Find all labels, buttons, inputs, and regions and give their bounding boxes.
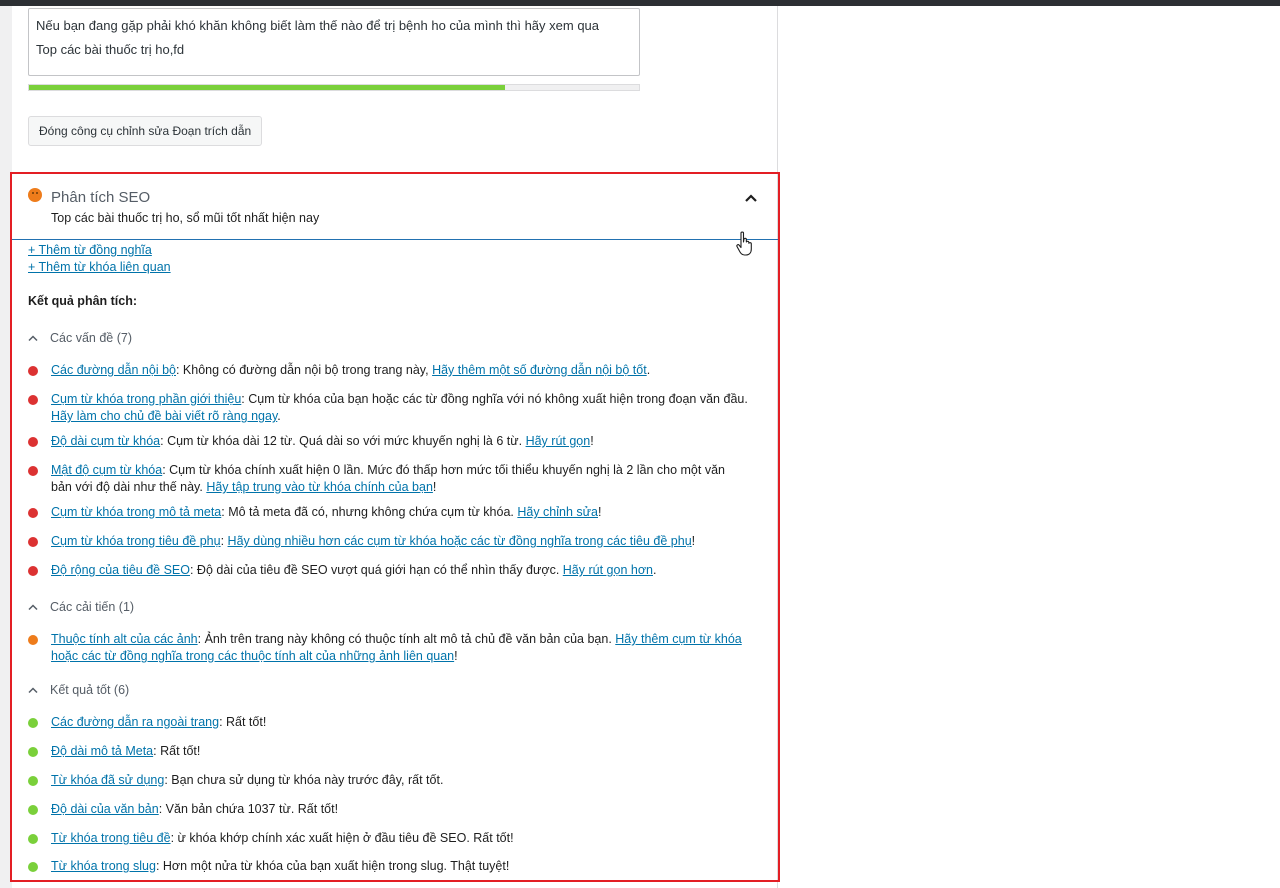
result-end-punctuation: . [652, 563, 657, 577]
problems-section-label: Các vấn đề (7) [50, 331, 132, 345]
result-check-link[interactable]: Thuộc tính alt của các ảnh [51, 632, 198, 646]
result-end-punctuation: ! [454, 649, 458, 663]
left-gutter [0, 6, 12, 888]
result-description: : Độ dài của tiêu đề SEO vượt quá giới h… [189, 563, 563, 577]
result-check-link[interactable]: Mật độ cụm từ khóa [51, 463, 162, 477]
green-status-bullet-icon [28, 718, 38, 728]
red-status-bullet-icon [28, 537, 38, 547]
result-text: Các đường dẫn ra ngoài trang: Rất tốt! [51, 714, 748, 731]
result-action-link[interactable]: Hãy làm cho chủ đề bài viết rõ ràng ngay [51, 409, 277, 423]
chevron-up-icon [28, 604, 38, 611]
result-check-link[interactable]: Độ dài của văn bản [51, 802, 159, 816]
result-description: : Ảnh trên trang này không có thuộc tính… [197, 632, 616, 646]
result-action-link[interactable]: Hãy rút gọn hơn [563, 563, 653, 577]
green-status-bullet-icon [28, 862, 38, 872]
result-check-link[interactable]: Độ dài cụm từ khóa [51, 434, 160, 448]
result-text: Độ dài mô tả Meta: Rất tốt! [51, 743, 748, 760]
result-action-link[interactable]: Hãy dùng nhiều hơn các cụm từ khóa hoặc … [228, 534, 692, 548]
seo-analysis-keyphrase: Top các bài thuốc trị ho, sổ mũi tốt nhấ… [51, 211, 320, 225]
result-text: Từ khóa trong tiêu đề: ừ khóa khớp chính… [51, 830, 748, 847]
result-description: : Rất tốt! [219, 715, 267, 729]
excerpt-line-2: Top các bài thuốc trị ho,fd [36, 42, 185, 57]
result-end-punctuation: . [646, 363, 651, 377]
result-end-punctuation: ! [691, 534, 696, 548]
result-description: : Bạn chưa sử dụng từ khóa này trước đây… [164, 773, 444, 787]
result-text: Từ khóa đã sử dụng: Bạn chưa sử dụng từ … [51, 772, 748, 789]
result-check-link[interactable]: Từ khóa trong tiêu đề [51, 831, 171, 845]
excerpt-textarea[interactable]: Nếu bạn đang gặp phải khó khăn không biế… [28, 8, 640, 76]
red-status-bullet-icon [28, 395, 38, 405]
chevron-up-icon [28, 335, 38, 342]
result-action-link[interactable]: Hãy tập trung vào từ khóa chính của bạn [206, 480, 433, 494]
result-description: : Cụm từ khóa của bạn hoặc các từ đồng n… [241, 392, 748, 406]
result-description: : Không có đường dẫn nội bộ trong trang … [175, 363, 433, 377]
add-synonyms-link[interactable]: + Thêm từ đồng nghĩa [28, 243, 152, 257]
red-status-bullet-icon [28, 437, 38, 447]
add-related-keyphrase-link[interactable]: + Thêm từ khóa liên quan [28, 260, 171, 274]
green-status-bullet-icon [28, 834, 38, 844]
result-text: Độ dài của văn bản: Văn bản chứa 1037 từ… [51, 801, 748, 818]
close-excerpt-editor-button[interactable]: Đóng công cụ chỉnh sửa Đoạn trích dẫn [28, 116, 263, 146]
result-check-link[interactable]: Từ khóa đã sử dụng [51, 773, 164, 787]
excerpt-line-1: Nếu bạn đang gặp phải khó khăn không biế… [36, 18, 600, 33]
improvements-section-label: Các cải tiến (1) [50, 600, 135, 614]
result-action-link[interactable]: Hãy rút gọn [526, 434, 591, 448]
result-check-link[interactable]: Độ dài mô tả Meta [51, 744, 153, 758]
result-text: Cụm từ khóa trong phần giới thiệu: Cụm t… [51, 391, 748, 425]
analysis-results-heading: Kết quả phân tích: [28, 294, 138, 308]
result-description: : Cụm từ khóa dài 12 từ. Quá dài so với … [160, 434, 526, 448]
result-end-punctuation: ! [597, 505, 602, 519]
chevron-up-icon[interactable] [744, 192, 758, 204]
result-description: : [220, 534, 228, 548]
result-check-link[interactable]: Cụm từ khóa trong phần giới thiệu [51, 392, 241, 406]
green-status-bullet-icon [28, 747, 38, 757]
excerpt-length-progress-fill [29, 85, 505, 90]
result-text: Độ dài cụm từ khóa: Cụm từ khóa dài 12 t… [51, 433, 748, 450]
result-check-link[interactable]: Độ rộng của tiêu đề SEO [51, 563, 190, 577]
result-check-link[interactable]: Cụm từ khóa trong mô tả meta [51, 505, 221, 519]
excerpt-length-progress [28, 84, 640, 91]
result-check-link[interactable]: Các đường dẫn nội bộ [51, 363, 176, 377]
result-action-link[interactable]: Hãy chỉnh sửa [517, 505, 598, 519]
red-status-bullet-icon [28, 508, 38, 518]
result-end-punctuation: ! [590, 434, 594, 448]
result-description: : Rất tốt! [153, 744, 201, 758]
result-text: Các đường dẫn nội bộ: Không có đường dẫn… [51, 362, 748, 379]
green-status-bullet-icon [28, 805, 38, 815]
result-text: Thuộc tính alt của các ảnh: Ảnh trên tra… [51, 631, 748, 665]
good-results-section-label: Kết quả tốt (6) [50, 683, 130, 697]
red-status-bullet-icon [28, 366, 38, 376]
result-end-punctuation: ! [432, 480, 437, 494]
result-description: : Mô tả meta đã có, nhưng không chứa cụm… [221, 505, 518, 519]
result-text: Từ khóa trong slug: Hơn một nửa từ khóa … [51, 858, 748, 875]
result-end-punctuation: . [277, 409, 281, 423]
result-text: Độ rộng của tiêu đề SEO: Độ dài của tiêu… [51, 562, 748, 579]
result-check-link[interactable]: Các đường dẫn ra ngoài trang [51, 715, 219, 729]
result-check-link[interactable]: Từ khóa trong slug [51, 859, 156, 873]
result-text: Mật độ cụm từ khóa: Cụm từ khóa chính xu… [51, 462, 748, 496]
red-status-bullet-icon [28, 566, 38, 576]
seo-analysis-title: Phân tích SEO [51, 189, 151, 206]
result-text: Cụm từ khóa trong mô tả meta: Mô tả meta… [51, 504, 748, 521]
orange-status-bullet-icon [28, 635, 38, 645]
green-status-bullet-icon [28, 776, 38, 786]
red-status-bullet-icon [28, 466, 38, 476]
result-text: Cụm từ khóa trong tiêu đề phụ: Hãy dùng … [51, 533, 748, 550]
orange-smiley-icon [28, 188, 42, 202]
seo-analysis-toggle[interactable]: Phân tích SEO Top các bài thuốc trị ho, … [12, 174, 778, 240]
result-description: : Hơn một nửa từ khóa của bạn xuất hiện … [155, 859, 510, 873]
result-check-link[interactable]: Cụm từ khóa trong tiêu đề phụ [51, 534, 221, 548]
result-description: : Văn bản chứa 1037 từ. Rất tốt! [158, 802, 339, 816]
chevron-up-icon [28, 687, 38, 694]
result-description: : ừ khóa khớp chính xác xuất hiện ở đầu … [170, 831, 514, 845]
result-action-link[interactable]: Hãy thêm một số đường dẫn nội bộ tốt [432, 363, 647, 377]
